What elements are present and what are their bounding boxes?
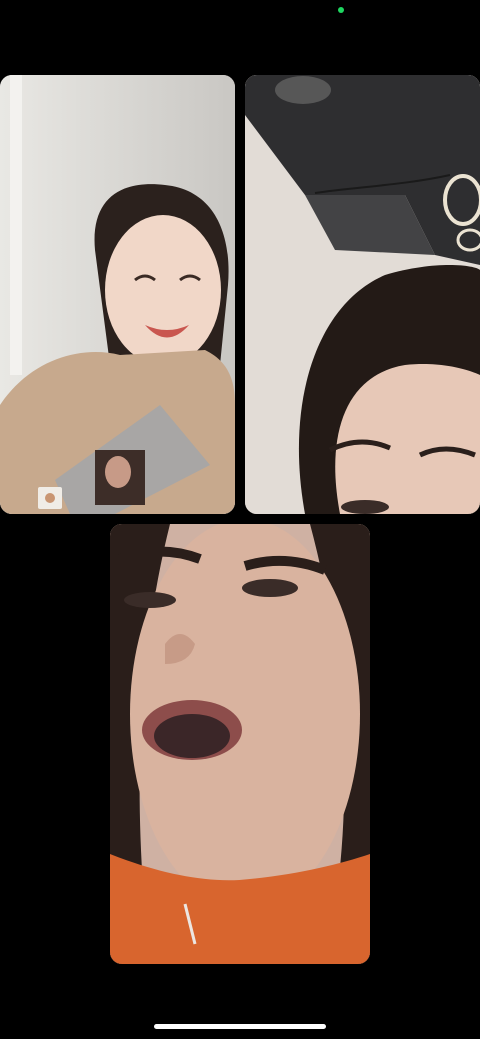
video-frame bbox=[0, 75, 235, 514]
participant-video-1[interactable] bbox=[0, 75, 235, 514]
video-frame bbox=[245, 75, 480, 514]
participant-video-3[interactable] bbox=[110, 524, 370, 964]
participant-video-2[interactable] bbox=[245, 75, 480, 514]
camera-in-use-indicator bbox=[338, 7, 344, 13]
group-video-call-screen: { "status_bar": { "camera_indicator_colo… bbox=[0, 0, 480, 1039]
video-frame bbox=[110, 524, 370, 964]
home-indicator[interactable] bbox=[154, 1024, 326, 1029]
